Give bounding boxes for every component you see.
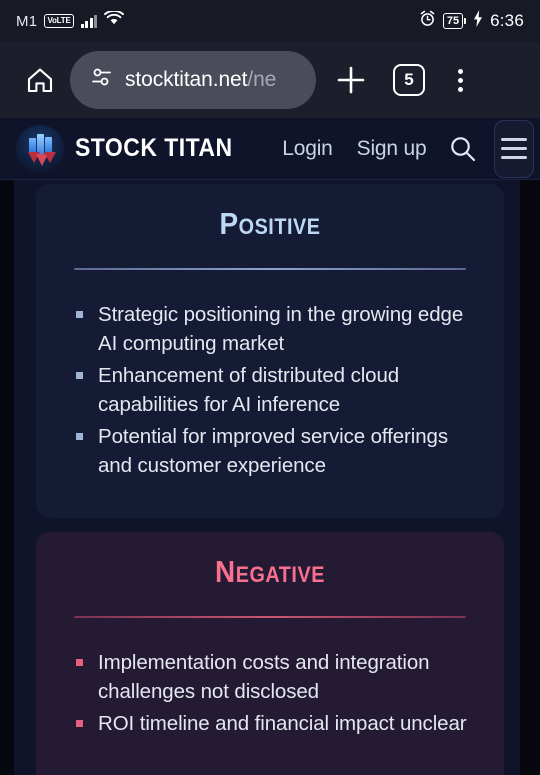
battery-nub [464,18,467,24]
tab-count-label: 5 [393,64,425,96]
list-item: ROI timeline and financial impact unclea… [72,709,478,739]
browser-toolbar: stocktitan.net/ne 5 [0,42,540,118]
negative-card-title: Negative [215,554,325,589]
status-bar-left: M1 VoLTE [16,9,125,31]
positive-bullet-list: Strategic positioning in the growing edg… [72,300,478,481]
three-dot-menu-icon[interactable] [438,51,482,109]
list-item: Strategic positioning in the growing edg… [72,300,478,359]
url-host: stocktitan.net [125,68,248,91]
page-settings-icon[interactable] [90,66,113,94]
positive-card: Positive Strategic positioning in the gr… [36,184,504,518]
url-text[interactable]: stocktitan.net/ne [125,68,276,92]
phone-screen: M1 VoLTE 75 6:36 stocktitan.net/ne 5 STO… [0,0,540,775]
page-scrollbar[interactable] [534,180,540,775]
search-icon[interactable] [448,134,478,164]
url-bar[interactable]: stocktitan.net/ne [70,51,316,109]
battery-indicator: 75 [442,13,467,29]
login-link[interactable]: Login [282,137,333,161]
url-path: /ne [247,68,277,91]
list-item: Implementation costs and integration cha… [72,648,478,707]
wifi-icon [104,9,125,31]
charging-bolt-icon [473,10,483,32]
plus-icon[interactable] [322,51,380,109]
signup-link[interactable]: Sign up [357,137,427,161]
stock-titan-logo-icon[interactable] [16,124,64,173]
positive-divider [74,268,466,270]
positive-card-title: Positive [219,206,321,241]
brand-title[interactable]: STOCK TITAN [75,134,233,163]
negative-divider [74,616,466,618]
home-icon[interactable] [14,54,66,106]
status-time: 6:36 [490,11,524,30]
list-item: Potential for improved service offerings… [72,422,478,481]
site-header: STOCK TITAN Login Sign up [0,118,540,180]
negative-bullet-list: Implementation costs and integration cha… [72,648,478,739]
battery-level-label: 75 [442,13,464,29]
carrier-label: M1 [16,12,38,30]
hamburger-menu-icon[interactable] [494,119,534,178]
volte-badge: VoLTE [44,13,74,29]
signal-bars-icon [80,14,98,28]
article-content: Positive Strategic positioning in the gr… [14,180,520,775]
negative-card: Negative Implementation costs and integr… [36,532,504,775]
list-item: Enhancement of distributed cloud capabil… [72,361,478,420]
tab-switcher-button[interactable]: 5 [380,51,438,109]
status-bar-right: 75 6:36 [419,10,524,32]
status-bar: M1 VoLTE 75 6:36 [0,0,540,42]
alarm-clock-icon [419,10,436,32]
